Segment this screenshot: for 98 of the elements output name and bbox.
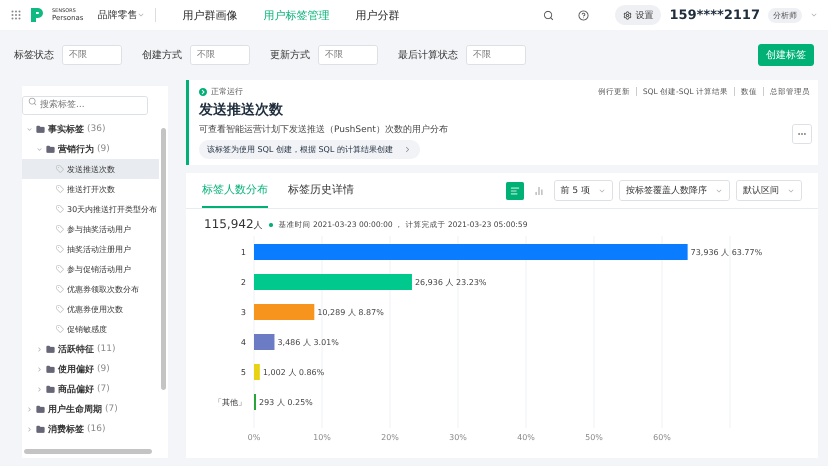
total-count: 115,942人 bbox=[204, 217, 263, 232]
folder-icon bbox=[36, 124, 45, 134]
axis-label: 10% bbox=[313, 433, 331, 442]
caret-icon[interactable] bbox=[36, 366, 43, 372]
filter-label: 更新方式 bbox=[270, 48, 310, 62]
workspace-dropdown[interactable]: 品牌零售 bbox=[97, 8, 156, 22]
nav-tab[interactable]: 用户分群 bbox=[355, 8, 400, 22]
folder-icon bbox=[36, 404, 45, 414]
tree-item[interactable]: 优惠券使用次数 bbox=[22, 299, 159, 319]
caret-icon bbox=[137, 11, 146, 19]
tag-icon bbox=[56, 205, 64, 213]
tree-item[interactable]: 活跃特征 (11) bbox=[22, 339, 159, 359]
tree-item[interactable]: 商品偏好 (7) bbox=[22, 379, 159, 399]
axis-label: 20% bbox=[381, 433, 399, 442]
tree-item[interactable]: 30天内推送打开类型分布 bbox=[22, 199, 159, 219]
select-dropdown[interactable]: 默认区间 bbox=[736, 180, 802, 201]
axis-label: 0% bbox=[248, 433, 260, 442]
tree-item[interactable]: 事实标签 (36) bbox=[22, 119, 159, 139]
category-label: 2 bbox=[240, 278, 246, 287]
tag-icon bbox=[56, 185, 64, 193]
filter-field[interactable]: 不限 bbox=[466, 45, 526, 65]
value-label: 3,486 人 3.01% bbox=[277, 338, 339, 347]
filter-field[interactable]: 不限 bbox=[318, 45, 378, 65]
status-arrow-icon bbox=[199, 88, 207, 96]
tree-item[interactable]: 抽奖活动注册用户 bbox=[22, 239, 159, 259]
tree-item[interactable]: 参与抽奖活动用户 bbox=[22, 219, 159, 239]
folder-icon bbox=[46, 144, 55, 154]
bar-chart-icon bbox=[510, 186, 520, 196]
folder-icon bbox=[46, 364, 55, 374]
creation-note[interactable]: 该标签为使用 SQL 创建，根据 SQL 的计算结果创建 bbox=[199, 140, 420, 159]
caret-icon[interactable] bbox=[810, 11, 818, 19]
gear-icon bbox=[623, 10, 632, 20]
tag-icon bbox=[56, 265, 64, 273]
search-icon bbox=[28, 97, 37, 106]
tag-title: 发送推送次数 bbox=[199, 101, 284, 119]
caret-icon[interactable] bbox=[36, 146, 43, 152]
folder-icon bbox=[36, 424, 45, 434]
axis-label: 50% bbox=[585, 433, 603, 442]
more-button[interactable] bbox=[792, 124, 812, 144]
nav-tab[interactable]: 用户群画像 bbox=[182, 8, 238, 22]
select-dropdown[interactable]: 前 5 项 bbox=[554, 180, 613, 201]
select-dropdown[interactable]: 按标签覆盖人数降序 bbox=[619, 180, 730, 201]
axis-label: 40% bbox=[517, 433, 535, 442]
caret-icon[interactable] bbox=[36, 386, 43, 392]
scrollbar[interactable] bbox=[24, 449, 152, 454]
caret-icon[interactable] bbox=[26, 406, 33, 412]
value-label: 73,936 人 63.77% bbox=[690, 248, 762, 257]
value-label: 1,002 人 0.86% bbox=[262, 368, 324, 377]
status-label: 正常运行 bbox=[199, 86, 243, 97]
axis-label: 30% bbox=[449, 433, 467, 442]
filter-label: 最后计算状态 bbox=[398, 48, 458, 62]
tag-icon bbox=[56, 285, 64, 293]
filter-field[interactable]: 不限 bbox=[190, 45, 250, 65]
category-label: 1 bbox=[240, 248, 246, 257]
category-label: 「其他」 bbox=[214, 398, 246, 407]
value-label: 293 人 0.25% bbox=[259, 398, 313, 407]
tag-icon bbox=[56, 165, 64, 173]
tree-item[interactable]: 用户生命周期 (7) bbox=[22, 399, 159, 419]
folder-icon bbox=[46, 344, 55, 354]
tree-item[interactable]: 促销敏感度 bbox=[22, 319, 159, 339]
tree-item[interactable]: 参与促销活动用户 bbox=[22, 259, 159, 279]
filter-label: 标签状态 bbox=[14, 48, 54, 62]
status-dot bbox=[268, 222, 273, 226]
tree-item[interactable]: 使用偏好 (9) bbox=[22, 359, 159, 379]
tree-item[interactable]: 发送推送次数 bbox=[22, 159, 159, 179]
caret-icon[interactable] bbox=[26, 126, 33, 132]
tag-icon bbox=[56, 225, 64, 233]
role-badge: 分析师 bbox=[768, 8, 802, 22]
tree-item[interactable]: 优惠券领取次数分布 bbox=[22, 279, 159, 299]
axis-label: 60% bbox=[653, 433, 671, 442]
tag-icon bbox=[56, 305, 64, 313]
logo-icon bbox=[30, 7, 44, 23]
folder-icon bbox=[46, 384, 55, 394]
caret-icon[interactable] bbox=[26, 426, 33, 432]
tree-item[interactable]: 营销行为 (9) bbox=[22, 139, 159, 159]
value-label: 10,289 人 8.87% bbox=[317, 308, 384, 317]
filter-field[interactable]: 不限 bbox=[62, 45, 122, 65]
tree-item[interactable]: 推送打开次数 bbox=[22, 179, 159, 199]
category-label: 5 bbox=[240, 368, 246, 377]
settings-button[interactable]: 设置 bbox=[615, 5, 662, 25]
help-icon[interactable] bbox=[578, 10, 590, 20]
search-icon[interactable] bbox=[543, 10, 554, 20]
filter-label: 创建方式 bbox=[142, 48, 182, 62]
tree-item[interactable]: 消费标签 (16) bbox=[22, 419, 159, 439]
tab[interactable]: 标签历史详情 bbox=[288, 173, 354, 208]
search-field[interactable]: 搜索标签... bbox=[22, 96, 148, 114]
tag-icon bbox=[56, 325, 64, 333]
column-chart-icon bbox=[534, 186, 544, 196]
apps-icon[interactable] bbox=[10, 9, 22, 21]
category-label: 3 bbox=[240, 308, 246, 317]
category-label: 4 bbox=[240, 338, 246, 347]
scrollbar[interactable] bbox=[161, 128, 166, 390]
bar-chart-button[interactable] bbox=[506, 182, 524, 200]
value-label: 26,936 人 23.23% bbox=[414, 278, 487, 287]
caret-icon[interactable] bbox=[36, 346, 43, 352]
tag-description: 可查看智能运营计划下发送推送（PushSent）次数的用户分布 bbox=[199, 124, 448, 136]
user-name[interactable]: 159****2117 bbox=[669, 8, 760, 22]
tag-icon bbox=[56, 245, 64, 253]
